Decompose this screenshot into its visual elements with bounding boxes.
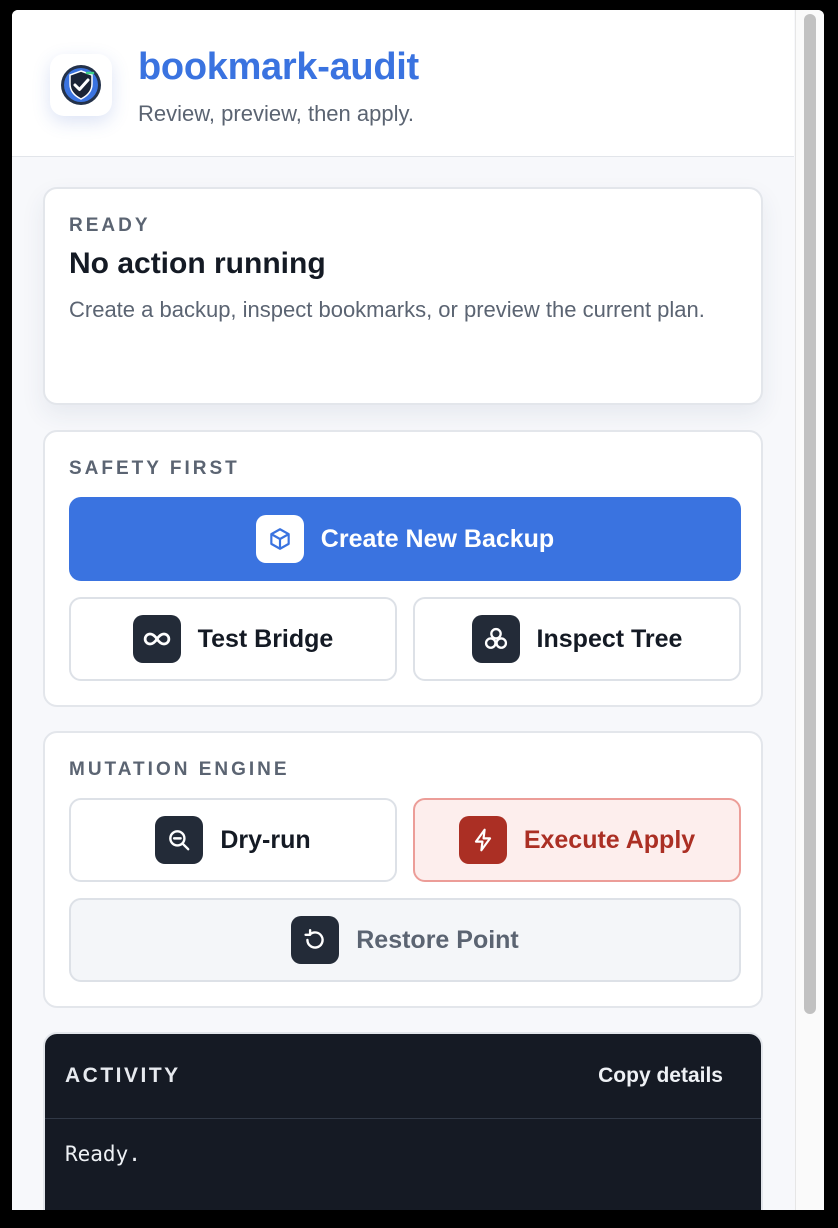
app-header: bookmark-audit Review, preview, then app… xyxy=(12,10,794,157)
create-backup-button[interactable]: Create New Backup xyxy=(69,497,741,581)
inspect-tree-button[interactable]: Inspect Tree xyxy=(413,597,741,681)
status-card: READY No action running Create a backup,… xyxy=(43,187,763,405)
restore-point-label: Restore Point xyxy=(356,925,519,954)
cluster-icon xyxy=(471,615,520,663)
cube-icon xyxy=(255,515,304,563)
execute-apply-button[interactable]: Execute Apply xyxy=(413,798,741,882)
dry-run-button[interactable]: Dry-run xyxy=(69,798,397,882)
activity-log: Ready. xyxy=(65,1142,141,1166)
status-heading: No action running xyxy=(69,247,326,280)
popup-content: bookmark-audit Review, preview, then app… xyxy=(12,10,794,1210)
status-description: Create a backup, inspect bookmarks, or p… xyxy=(69,297,705,322)
restore-icon xyxy=(291,916,340,964)
activity-title: ACTIVITY xyxy=(65,1064,181,1087)
inspect-tree-label: Inspect Tree xyxy=(536,624,683,653)
safety-first-card: SAFETY FIRST Create New Backup Test Brid… xyxy=(43,430,763,707)
dry-run-label: Dry-run xyxy=(220,825,311,854)
scrollbar[interactable] xyxy=(795,10,824,1210)
extension-popup: bookmark-audit Review, preview, then app… xyxy=(12,10,824,1210)
app-logo xyxy=(50,54,112,116)
app-subtitle: Review, preview, then apply. xyxy=(138,101,414,126)
activity-header: ACTIVITY Copy details xyxy=(45,1034,761,1119)
shield-check-icon xyxy=(61,65,101,105)
app-title: bookmark-audit xyxy=(138,46,419,88)
activity-panel: ACTIVITY Copy details Ready. xyxy=(43,1032,763,1210)
execute-apply-label: Execute Apply xyxy=(523,825,696,854)
lightning-icon xyxy=(458,816,507,864)
safety-first-label: SAFETY FIRST xyxy=(69,458,240,479)
restore-point-button[interactable]: Restore Point xyxy=(69,898,741,982)
zoom-out-icon xyxy=(155,816,204,864)
create-backup-label: Create New Backup xyxy=(320,524,555,553)
test-bridge-button[interactable]: Test Bridge xyxy=(69,597,397,681)
copy-details-button[interactable]: Copy details xyxy=(598,1064,723,1088)
infinity-icon xyxy=(132,615,181,663)
status-label: READY xyxy=(69,215,151,236)
mutation-engine-label: MUTATION ENGINE xyxy=(69,759,290,780)
mutation-engine-card: MUTATION ENGINE Dry-run Execute Apply Re… xyxy=(43,731,763,1008)
test-bridge-label: Test Bridge xyxy=(197,624,334,653)
scrollbar-thumb[interactable] xyxy=(804,14,816,1014)
